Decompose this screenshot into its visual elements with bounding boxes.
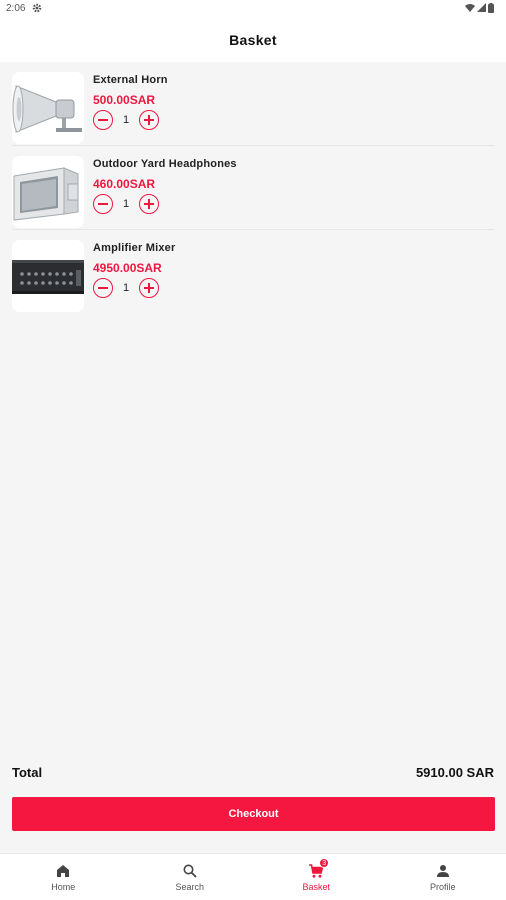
status-time: 2:06: [6, 3, 26, 14]
nav-label: Basket: [302, 881, 330, 892]
page-title: Basket: [229, 32, 277, 48]
status-bar: 2:06: [0, 0, 506, 18]
person-icon: [436, 864, 449, 877]
nav-item-profile[interactable]: Profile: [380, 854, 506, 900]
basket-item: Amplifier Mixer 4950.00SAR 1: [0, 230, 506, 314]
product-price: 500.00SAR: [93, 93, 156, 107]
app-bar: Basket: [0, 18, 506, 62]
basket-item: Outdoor Yard Headphones 460.00SAR 1: [0, 146, 506, 230]
home-icon: [57, 864, 70, 877]
product-price: 460.00SAR: [93, 177, 156, 191]
decrease-quantity-button[interactable]: [93, 110, 113, 130]
bottom-nav: Home Search 3 Basket Profile: [0, 853, 506, 900]
total-row: Total 5910.00 SAR: [12, 762, 494, 782]
product-image-yard-speaker[interactable]: [12, 156, 84, 228]
total-value: 5910.00 SAR: [415, 764, 494, 780]
nav-item-search[interactable]: Search: [127, 854, 254, 900]
quantity-stepper: 1: [93, 278, 159, 298]
quantity-value: 1: [122, 114, 130, 126]
quantity-value: 1: [122, 282, 130, 294]
decrease-quantity-button[interactable]: [93, 278, 113, 298]
increase-quantity-button[interactable]: [139, 110, 159, 130]
horn-speaker-image: [12, 72, 84, 144]
product-price: 4950.00SAR: [93, 261, 162, 275]
quantity-stepper: 1: [93, 110, 159, 130]
signal-icon: [477, 3, 486, 12]
basket-item: External Horn 500.00SAR 1: [0, 62, 506, 146]
product-name: Amplifier Mixer: [93, 242, 176, 254]
nav-label: Search: [175, 881, 205, 892]
nav-label: Home: [51, 881, 76, 892]
battery-icon: [488, 3, 494, 13]
status-icons: [465, 3, 494, 13]
decrease-quantity-button[interactable]: [93, 194, 113, 214]
product-name: Outdoor Yard Headphones: [93, 158, 237, 170]
product-name: External Horn: [93, 74, 168, 86]
nav-item-home[interactable]: Home: [0, 854, 127, 900]
search-icon: [183, 864, 197, 878]
total-label: Total: [12, 764, 43, 780]
nav-item-basket[interactable]: 3 Basket: [253, 854, 380, 900]
wifi-icon: [465, 4, 475, 12]
quantity-value: 1: [122, 198, 130, 210]
gear-icon: [32, 3, 42, 13]
increase-quantity-button[interactable]: [139, 278, 159, 298]
quantity-stepper: 1: [93, 194, 159, 214]
nav-label: Profile: [429, 881, 456, 892]
amplifier-unit-image: [12, 240, 84, 312]
increase-quantity-button[interactable]: [139, 194, 159, 214]
box-speaker-image: [12, 156, 84, 228]
checkout-button[interactable]: Checkout: [12, 797, 495, 831]
product-image-amplifier[interactable]: [12, 240, 84, 312]
product-image-horn[interactable]: [12, 72, 84, 144]
cart-count-badge: 3: [319, 858, 330, 868]
